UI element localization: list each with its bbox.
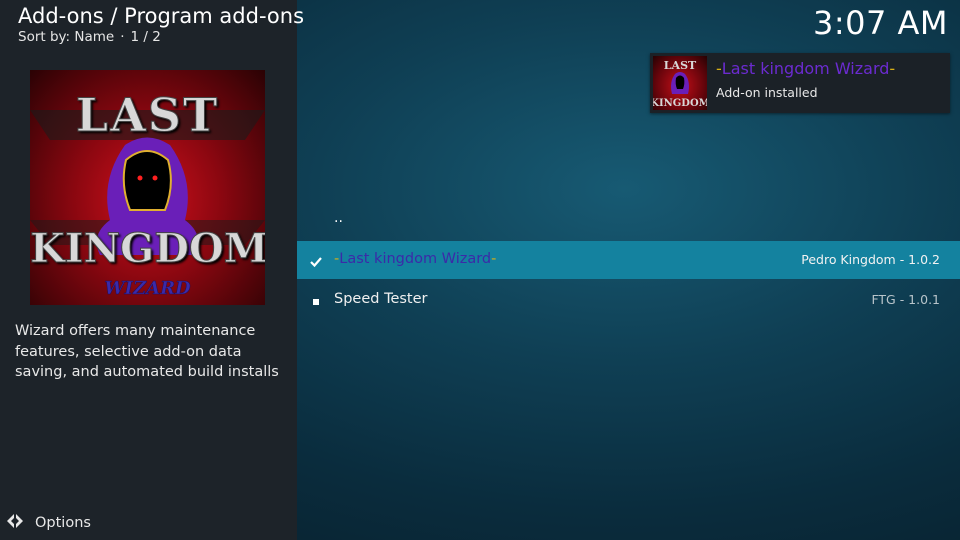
check-icon [309,254,323,268]
addon-author-version: Pedro Kingdom - 1.0.2 [801,252,940,267]
poster-word-last: LAST [75,88,220,143]
options-icon [6,512,24,534]
notification-thumb-art: LAST KINGDOM [653,59,707,109]
notification-dash-right: - [889,59,896,78]
thumb-word-last: LAST [664,59,697,72]
install-notification: LAST KINGDOM -Last kingdom Wizard- Add-o… [650,53,950,113]
addon-name: Last kingdom Wizard [339,251,492,267]
list-item-parent-dir[interactable]: .. [297,204,960,242]
notification-thumbnail: LAST KINGDOM [653,56,707,110]
poster-word-wizard: WIZARD [104,278,191,300]
sort-separator: · [120,29,125,45]
name-dash-right: - [491,251,497,267]
options-label: Options [35,515,91,531]
sort-label: Sort by: Name [18,29,115,45]
thumb-word-kingdom: KINGDOM [653,98,707,109]
left-info-panel: Add-ons / Program add-ons Sort by: Name ·… [0,0,304,540]
addon-poster: LAST KINGDOM WIZARD [30,70,265,305]
page-title: Add-ons / Program add-ons [18,4,305,28]
page-indicator: 1 / 2 [130,29,161,45]
sort-info[interactable]: Sort by: Name · 1 / 2 [18,29,161,45]
clock: 3:07 AM [812,4,948,42]
options-button[interactable]: Options [6,512,91,534]
addon-name: Speed Tester [334,291,428,307]
notification-subtitle: Add-on installed [716,85,818,100]
list-item-speed-tester[interactable]: Speed Tester FTG - 1.0.1 [297,281,960,319]
addon-description: Wizard offers many maintenance features,… [15,323,279,380]
square-bullet-icon [309,294,323,308]
poster-word-kingdom: KINGDOM [30,225,265,273]
list-item-last-kingdom-wizard[interactable]: -Last kingdom Wizard- Pedro Kingdom - 1.… [297,241,960,279]
notification-title: -Last kingdom Wizard- [716,59,895,78]
parent-dir-label: .. [334,210,343,226]
addon-name-label: -Last kingdom Wizard- [334,251,496,267]
addon-author-version: FTG - 1.0.1 [871,292,940,307]
notification-addon-name: Last kingdom Wizard [721,59,890,78]
